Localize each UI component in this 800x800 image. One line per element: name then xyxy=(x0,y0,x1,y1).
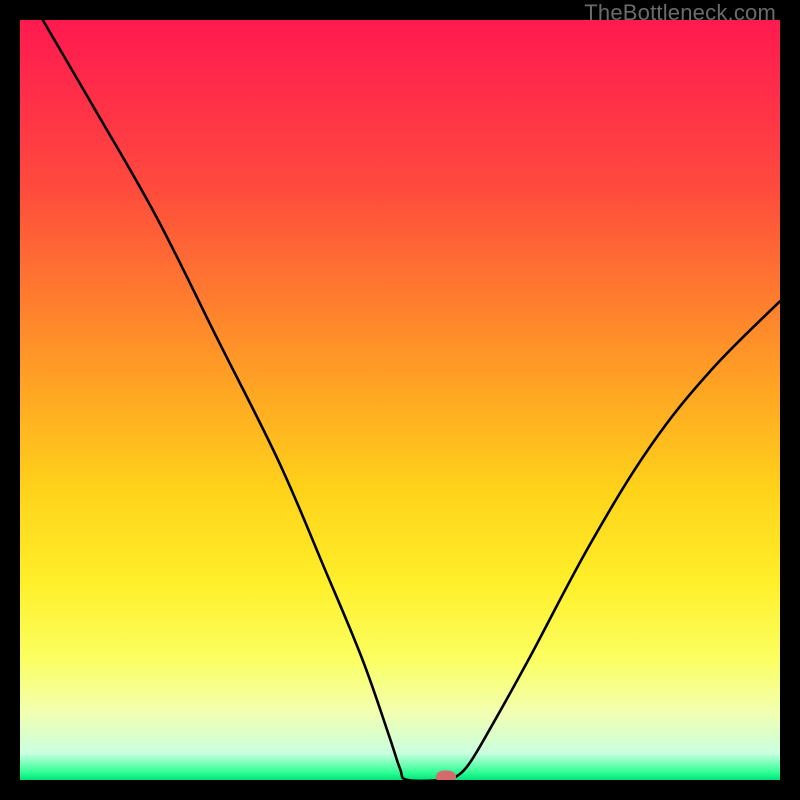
bottleneck-curve xyxy=(20,20,780,780)
watermark-text: TheBottleneck.com xyxy=(584,0,776,26)
chart-frame: TheBottleneck.com xyxy=(0,0,800,800)
min-point-marker xyxy=(436,771,456,781)
plot-area xyxy=(20,20,780,780)
